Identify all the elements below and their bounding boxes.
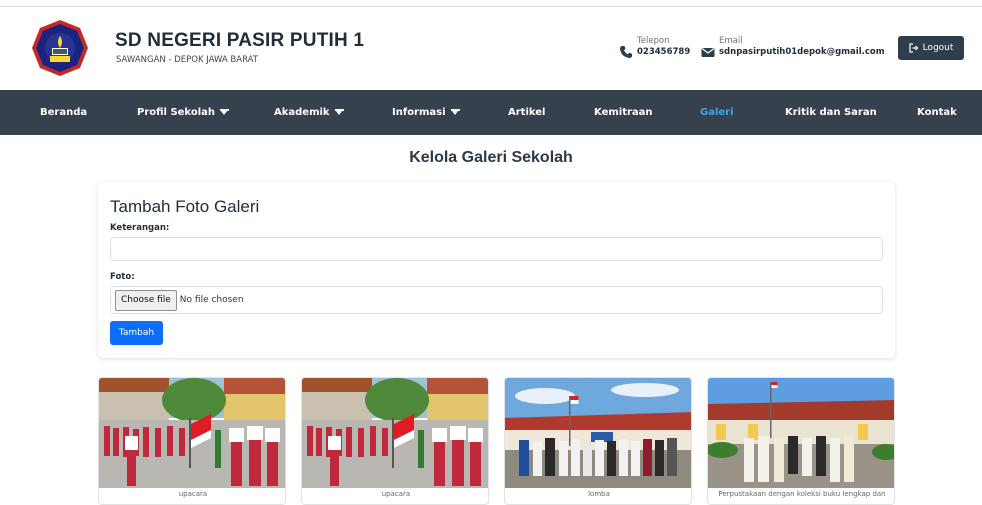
gallery-photo bbox=[505, 378, 691, 488]
nav-item-kritik-dan-saran[interactable]: Kritik dan Saran bbox=[785, 90, 877, 135]
page-title: Kelola Galeri Sekolah bbox=[409, 149, 573, 166]
nav-item-kontak[interactable]: Kontak bbox=[917, 90, 957, 135]
form-title: Tambah Foto Galeri bbox=[110, 197, 260, 216]
email-contact: Email sdnpasirputih01depok@gmail.com bbox=[701, 36, 885, 59]
logout-button[interactable]: Logout bbox=[898, 36, 964, 60]
gallery-caption: upacara bbox=[178, 490, 208, 498]
phone-icon bbox=[620, 46, 632, 58]
nav-item-beranda[interactable]: Beranda bbox=[40, 90, 87, 135]
main-navbar: Beranda Profil Sekolah Akademik Informas… bbox=[0, 90, 982, 135]
school-name: SD NEGERI PASIR PUTIH 1 bbox=[115, 30, 365, 51]
dropdown-caret-icon bbox=[450, 109, 460, 116]
site-header: SD NEGERI PASIR PUTIH 1 SAWANGAN - DEPOK… bbox=[0, 8, 982, 90]
gallery-caption: upacara bbox=[381, 490, 411, 498]
tambah-button[interactable]: Tambah bbox=[110, 321, 163, 345]
keterangan-input[interactable] bbox=[110, 237, 883, 261]
nav-item-galeri[interactable]: Galeri bbox=[700, 90, 734, 135]
nav-item-profil-sekolah[interactable]: Profil Sekolah bbox=[137, 90, 229, 135]
phone-value: 023456789 bbox=[637, 47, 691, 57]
phone-label: Telepon bbox=[637, 36, 670, 46]
choose-file-button[interactable]: Choose file bbox=[115, 289, 177, 311]
gallery-card[interactable]: upacara bbox=[98, 377, 286, 505]
nav-item-informasi[interactable]: Informasi bbox=[392, 90, 460, 135]
school-logo bbox=[32, 20, 88, 76]
nav-item-akademik[interactable]: Akademik bbox=[274, 90, 344, 135]
gallery-card[interactable]: upacara bbox=[301, 377, 489, 505]
nav-item-kemitraan[interactable]: Kemitraan bbox=[594, 90, 653, 135]
gallery-caption: Perpustakaan dengan koleksi buku lengkap… bbox=[718, 490, 886, 498]
email-value[interactable]: sdnpasirputih01depok@gmail.com bbox=[719, 46, 885, 58]
sign-out-icon bbox=[908, 43, 918, 53]
gallery-photo bbox=[708, 378, 894, 488]
phone-contact: Telepon 023456789 bbox=[619, 36, 690, 59]
gallery-photo bbox=[99, 378, 285, 488]
keterangan-label: Keterangan: bbox=[110, 223, 170, 233]
nav-item-artikel[interactable]: Artikel bbox=[508, 90, 545, 135]
school-location: SAWANGAN - DEPOK JAWA BARAT bbox=[116, 55, 258, 65]
envelope-icon bbox=[701, 48, 715, 57]
file-status: No file chosen bbox=[179, 295, 244, 305]
gallery-photo bbox=[302, 378, 488, 488]
gallery-card[interactable]: Perpustakaan dengan koleksi buku lengkap… bbox=[707, 377, 895, 505]
gallery-caption: lomba bbox=[588, 490, 610, 498]
dropdown-caret-icon bbox=[219, 109, 229, 116]
foto-label: Foto: bbox=[110, 272, 135, 282]
email-label: Email bbox=[719, 36, 743, 46]
logout-label: Logout bbox=[922, 43, 954, 53]
add-photo-form-card: Tambah Foto Galeri Keterangan: Foto: Cho… bbox=[98, 182, 895, 358]
top-divider bbox=[0, 6, 982, 7]
foto-file-input[interactable]: Choose file No file chosen bbox=[110, 286, 883, 314]
gallery-card[interactable]: lomba bbox=[504, 377, 692, 505]
dropdown-caret-icon bbox=[334, 109, 344, 116]
